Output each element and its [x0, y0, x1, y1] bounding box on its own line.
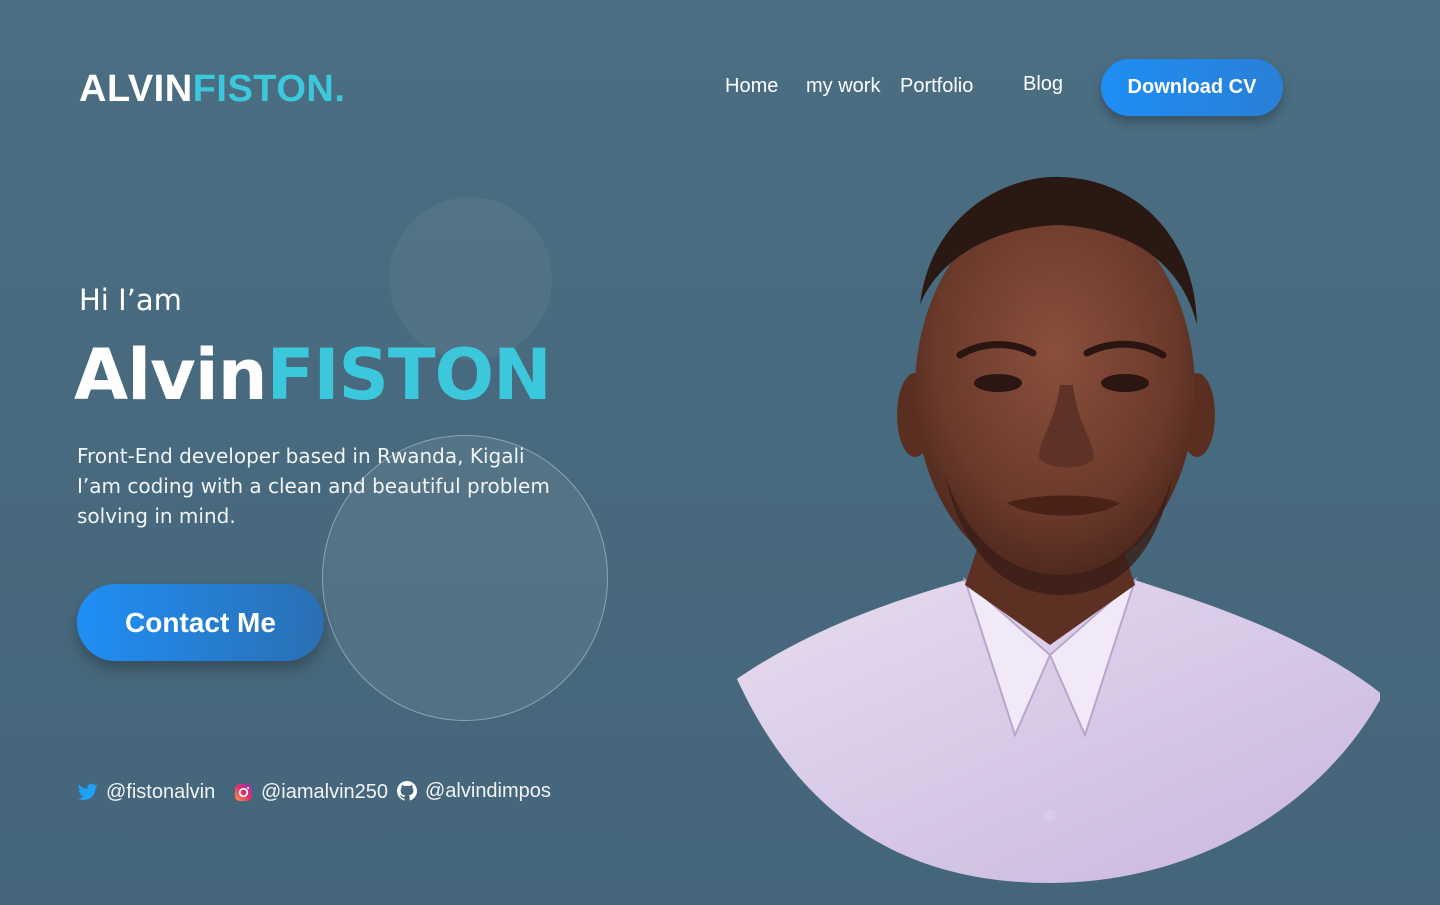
twitter-icon [78, 783, 98, 801]
nav-home[interactable]: Home [725, 75, 778, 98]
social-github[interactable]: @alvindimpos [397, 778, 551, 804]
hero-greeting: Hi I’am [79, 283, 182, 317]
contact-me-button[interactable]: Contact Me [77, 584, 324, 661]
instagram-icon [234, 783, 253, 802]
hero-name-second: FISTON [266, 334, 552, 416]
nav-portfolio[interactable]: Portfolio [900, 75, 973, 98]
download-cv-button[interactable]: Download CV [1101, 59, 1283, 116]
profile-photo [733, 176, 1380, 883]
hero-name: AlvinFISTON [74, 334, 552, 416]
nav-blog[interactable]: Blog [1023, 73, 1063, 96]
nav-my-work[interactable]: my work [806, 75, 880, 98]
social-twitter[interactable]: @fistonalvin [78, 779, 215, 805]
logo[interactable]: ALVINFISTON. [79, 68, 345, 111]
logo-second: FISTON. [192, 68, 346, 110]
social-handle: @alvindimpos [425, 779, 551, 802]
social-instagram[interactable]: @iamalvin250 [234, 779, 388, 805]
social-handle: @fistonalvin [106, 780, 216, 803]
decorative-circle-large [322, 435, 608, 721]
logo-first: ALVIN [79, 68, 193, 110]
social-handle: @iamalvin250 [261, 780, 389, 803]
hero-name-first: Alvin [74, 334, 268, 416]
github-icon [397, 781, 417, 801]
